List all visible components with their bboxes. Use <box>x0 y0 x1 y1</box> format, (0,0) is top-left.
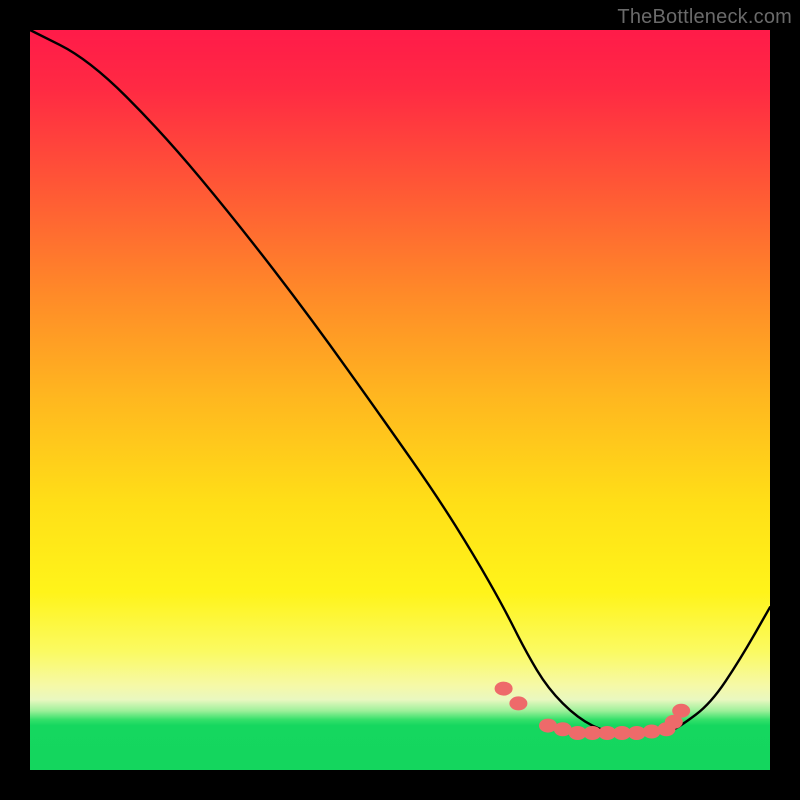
highlight-marker <box>495 682 513 696</box>
curve-svg <box>30 30 770 770</box>
watermark-text: TheBottleneck.com <box>617 6 792 29</box>
plot-area <box>30 30 770 770</box>
bottleneck-curve <box>30 30 770 733</box>
highlight-markers <box>495 682 691 740</box>
chart-frame: TheBottleneck.com <box>0 0 800 800</box>
highlight-marker <box>672 704 690 718</box>
highlight-marker <box>509 696 527 710</box>
